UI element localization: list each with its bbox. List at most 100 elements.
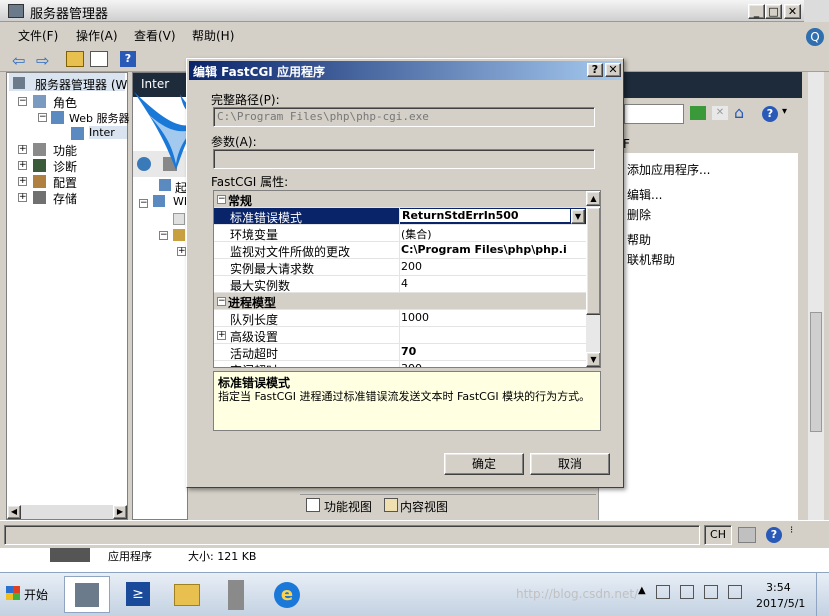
diagnostics-expand-icon[interactable]: + xyxy=(18,161,27,170)
grid-row[interactable]: 环境变量 (集合) xyxy=(214,225,586,242)
grid-row-name: 进程模型 xyxy=(228,296,277,310)
tree-features[interactable]: 功能 xyxy=(53,142,77,159)
tree-roles[interactable]: 角色 xyxy=(53,94,77,111)
taskbar-ie[interactable]: e xyxy=(264,576,310,613)
tree-web-server[interactable]: Web 服务器 xyxy=(69,110,129,126)
grid-row-value[interactable]: 300 xyxy=(401,362,422,367)
category-collapse-icon[interactable]: − xyxy=(217,297,226,306)
ok-button[interactable]: 确定 xyxy=(444,453,524,475)
action-delete[interactable]: 删除 xyxy=(627,206,651,223)
server-node-collapse-icon[interactable]: − xyxy=(139,199,148,208)
tray-expand-icon[interactable]: ▲ xyxy=(638,585,646,596)
grid-row[interactable]: 最大实例数 4 xyxy=(214,276,586,293)
maximize-button[interactable]: □ xyxy=(765,4,782,19)
show-hide-tree-icon[interactable] xyxy=(90,51,108,67)
tab-content-view[interactable]: 内容视图 xyxy=(400,498,448,515)
stop-icon[interactable]: ✕ xyxy=(712,106,728,120)
grid-row-value[interactable]: (集合) xyxy=(401,226,432,242)
storage-expand-icon[interactable]: + xyxy=(18,193,27,202)
scroll-left-icon[interactable]: ◀ xyxy=(7,505,21,519)
grid-row[interactable]: 队列长度 1000 xyxy=(214,310,586,327)
grid-row[interactable]: + 高级设置 xyxy=(214,327,586,344)
grid-scroll-up-icon[interactable]: ▲ xyxy=(586,191,600,206)
web-collapse-icon[interactable]: − xyxy=(38,113,47,122)
grid-row[interactable]: 实例最大请求数 200 xyxy=(214,259,586,276)
grid-row-value[interactable]: 4 xyxy=(401,277,408,290)
grid-row[interactable]: 空闲超时 300 xyxy=(214,361,586,367)
cancel-button[interactable]: 取消 xyxy=(530,453,610,475)
grid-category[interactable]: − 进程模型 xyxy=(214,293,586,310)
tree-iis[interactable]: Inter xyxy=(89,126,127,139)
configuration-expand-icon[interactable]: + xyxy=(18,177,27,186)
taskbar-explorer[interactable] xyxy=(164,576,210,613)
volume-icon[interactable] xyxy=(728,585,742,599)
roles-collapse-icon[interactable]: − xyxy=(18,97,27,106)
grid-row-value[interactable]: C:\Program Files\php\php.i xyxy=(401,243,567,256)
forward-arrow-icon[interactable]: ⇨ xyxy=(36,51,49,70)
action-edit[interactable]: 编辑... xyxy=(627,186,662,203)
network-icon[interactable] xyxy=(704,585,718,599)
grid-scroll-down-icon[interactable]: ▼ xyxy=(586,352,600,367)
status-menu-icon[interactable]: ⁝ xyxy=(790,525,793,536)
minimize-button[interactable]: _ xyxy=(748,4,765,19)
grid-divider xyxy=(399,344,400,361)
main-scroll-thumb[interactable] xyxy=(810,312,822,432)
ime-indicator[interactable]: CH xyxy=(704,525,732,545)
menu-view[interactable]: 查看(V) xyxy=(134,27,176,44)
menu-file[interactable]: 文件(F) xyxy=(18,27,58,44)
full-path-field[interactable]: C:\Program Files\php\php-cgi.exe xyxy=(213,107,595,127)
dialog-close-button[interactable]: ✕ xyxy=(605,63,621,77)
refresh-icon[interactable] xyxy=(690,106,706,120)
features-expand-icon[interactable]: + xyxy=(18,145,27,154)
up-folder-icon[interactable] xyxy=(66,51,84,67)
grid-scroll-thumb[interactable] xyxy=(586,207,600,315)
help-round-icon[interactable]: ? xyxy=(762,106,778,122)
grid-row-value[interactable]: 70 xyxy=(401,345,416,358)
grid-row[interactable]: 标准错误模式 ReturnStdErrIn500 ▼ xyxy=(214,208,586,225)
site-expand-icon[interactable]: + xyxy=(177,247,186,256)
grid-row[interactable]: 监视对文件所做的更改 C:\Program Files\php\php.i xyxy=(214,242,586,259)
tab-feature-view[interactable]: 功能视图 xyxy=(324,498,372,515)
grid-row-value[interactable]: 1000 xyxy=(401,311,429,324)
menu-action[interactable]: 操作(A) xyxy=(76,27,118,44)
tree-h-scrollbar[interactable]: ◀ ▶ xyxy=(7,505,127,519)
grid-category[interactable]: − 常规 xyxy=(214,191,586,208)
status-help-icon[interactable]: ? xyxy=(766,527,782,543)
taskbar-tool[interactable] xyxy=(214,576,260,613)
help-icon[interactable]: ? xyxy=(120,51,136,67)
taskbar-powershell[interactable]: ≥ xyxy=(116,576,162,613)
property-description: 标准错误模式 指定当 FastCGI 进程通过标准错误流发送文本时 FastCG… xyxy=(213,371,601,431)
tree-root[interactable]: 服务器管理器 (W xyxy=(35,76,127,93)
sites-collapse-icon[interactable]: − xyxy=(159,231,168,240)
value-dropdown-icon[interactable]: ▼ xyxy=(571,209,585,224)
back-arrow-icon[interactable]: ⇦ xyxy=(12,51,25,70)
row-expand-icon[interactable]: + xyxy=(217,331,226,340)
close-button[interactable]: ✕ xyxy=(784,4,801,19)
main-v-scrollbar[interactable] xyxy=(808,72,824,520)
category-collapse-icon[interactable]: − xyxy=(217,195,226,204)
action-add-application[interactable]: 添加应用程序... xyxy=(627,161,710,178)
grid-row-value[interactable]: 200 xyxy=(401,260,422,273)
grid-row[interactable]: 活动超时 70 xyxy=(214,344,586,361)
action-help[interactable]: 帮助 xyxy=(627,231,651,248)
search-box[interactable] xyxy=(624,104,684,124)
scroll-right-icon[interactable]: ▶ xyxy=(113,505,127,519)
grid-v-scrollbar[interactable]: ▲ ▼ xyxy=(586,191,600,367)
device-icon[interactable] xyxy=(680,585,694,599)
home-icon[interactable]: ⌂ xyxy=(734,104,752,122)
mid-item-server[interactable]: WI xyxy=(173,195,187,208)
action-online-help[interactable]: 联机帮助 xyxy=(627,251,675,268)
taskbar-server-manager[interactable] xyxy=(64,576,110,613)
args-field[interactable] xyxy=(213,149,595,169)
grid-row-value[interactable]: ReturnStdErrIn500 xyxy=(400,209,570,222)
help-dropdown-icon[interactable]: ▾ xyxy=(782,106,787,117)
tree-storage[interactable]: 存储 xyxy=(53,190,77,207)
start-button[interactable]: 开始 xyxy=(4,579,56,609)
tree-configuration[interactable]: 配置 xyxy=(53,174,77,191)
flag-icon[interactable] xyxy=(656,585,670,599)
menu-help[interactable]: 帮助(H) xyxy=(192,27,234,44)
tree-diagnostics[interactable]: 诊断 xyxy=(53,158,77,175)
keyboard-icon[interactable] xyxy=(738,527,756,543)
dialog-help-button[interactable]: ? xyxy=(587,63,603,77)
show-desktop-button[interactable] xyxy=(816,573,829,616)
